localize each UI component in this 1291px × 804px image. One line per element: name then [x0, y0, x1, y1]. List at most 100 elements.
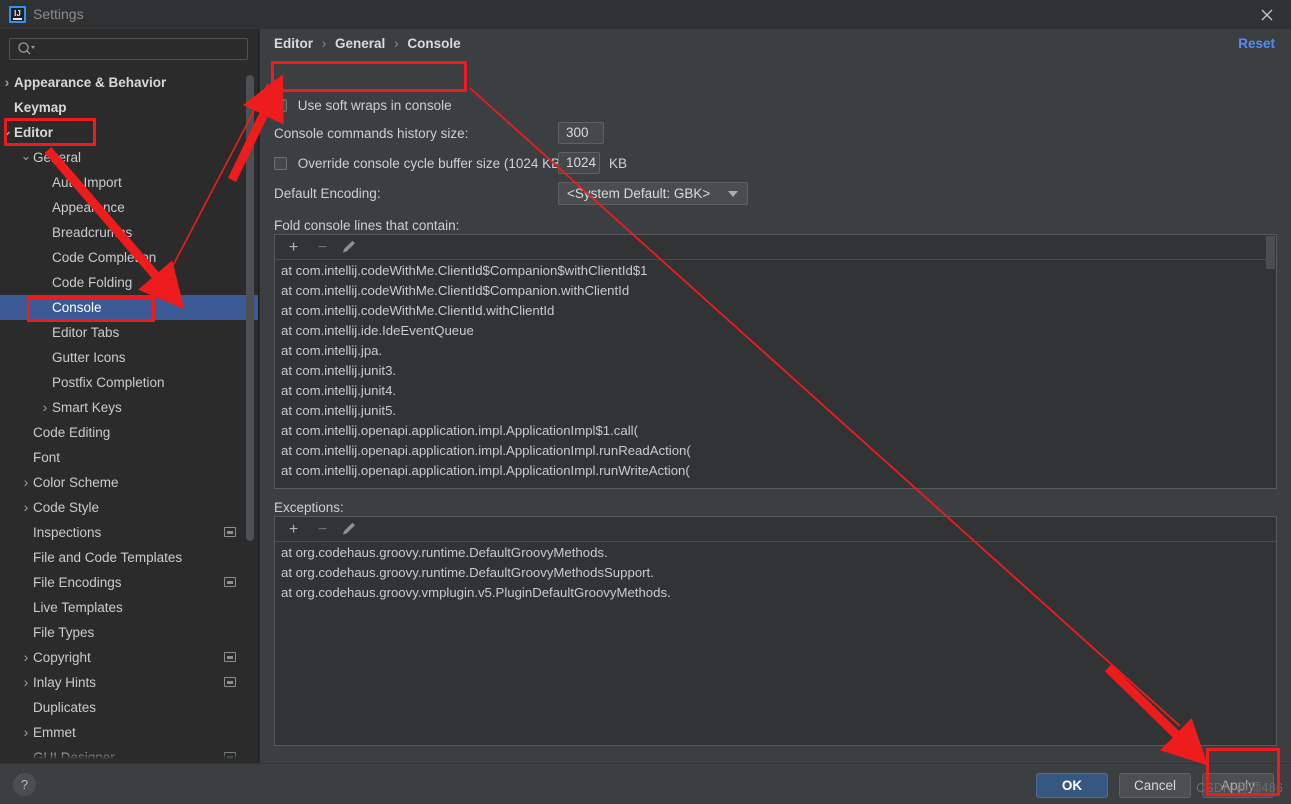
chevron-right-icon[interactable]: › — [20, 670, 32, 695]
sidebar-item-inspections[interactable]: Inspections — [0, 520, 258, 545]
sidebar-item-code-completion[interactable]: Code Completion — [0, 245, 258, 270]
sidebar-item-code-folding[interactable]: Code Folding — [0, 270, 258, 295]
sidebar-item-gutter-icons[interactable]: Gutter Icons — [0, 345, 258, 370]
sidebar-item-editor-tabs[interactable]: Editor Tabs — [0, 320, 258, 345]
help-button[interactable]: ? — [13, 773, 36, 796]
chevron-right-icon[interactable]: › — [20, 720, 32, 745]
sidebar-item-smart-keys[interactable]: › Smart Keys — [0, 395, 258, 420]
sidebar-item-general[interactable]: ⌄ General — [0, 145, 258, 170]
list-item[interactable]: at com.intellij.openapi.application.impl… — [275, 461, 1276, 481]
list-item[interactable]: at com.intellij.junit3. — [275, 361, 1276, 381]
search-field-wrapper[interactable] — [9, 38, 248, 60]
chevron-right-icon[interactable]: › — [39, 395, 51, 420]
sidebar-item-label: Appearance & Behavior — [14, 75, 167, 90]
sidebar-item-file-and-code-templates[interactable]: File and Code Templates — [0, 545, 258, 570]
console-settings-panel: Editor › General › Console Reset Use sof… — [260, 29, 1291, 763]
sidebar-item-appearance[interactable]: Appearance — [0, 195, 258, 220]
chevron-right-icon[interactable]: › — [20, 645, 32, 670]
breadcrumb-separator-2: › — [394, 36, 399, 51]
sidebar-item-label: Code Editing — [33, 425, 111, 440]
sidebar-item-label: Breadcrumbs — [52, 225, 133, 240]
list-item[interactable]: at com.intellij.ide.IdeEventQueue — [275, 321, 1276, 341]
list-item[interactable]: at org.codehaus.groovy.runtime.DefaultGr… — [275, 543, 1276, 563]
sidebar-item-code-style[interactable]: › Code Style — [0, 495, 258, 520]
list-item[interactable]: at com.intellij.junit4. — [275, 381, 1276, 401]
override-buffer-checkbox[interactable] — [274, 157, 287, 170]
sidebar-item-postfix-completion[interactable]: Postfix Completion — [0, 370, 258, 395]
override-buffer-row[interactable]: Override console cycle buffer size (1024… — [274, 156, 565, 171]
default-encoding-select[interactable]: <System Default: GBK> — [558, 182, 748, 205]
list-item[interactable]: at com.intellij.codeWithMe.ClientId$Comp… — [275, 281, 1276, 301]
fold-edit-pencil-icon[interactable] — [339, 238, 358, 257]
breadcrumb-general[interactable]: General — [335, 36, 385, 51]
sidebar-item-emmet[interactable]: › Emmet — [0, 720, 258, 745]
chevron-right-icon[interactable]: › — [20, 495, 32, 520]
buffer-size-input[interactable]: 1024 — [558, 152, 600, 174]
sidebar-scrollbar-thumb[interactable] — [246, 75, 254, 541]
breadcrumb: Editor › General › Console — [274, 36, 461, 51]
sidebar-item-color-scheme[interactable]: › Color Scheme — [0, 470, 258, 495]
list-item[interactable]: at org.codehaus.groovy.vmplugin.v5.Plugi… — [275, 583, 1276, 603]
sidebar-item-label: Code Completion — [52, 250, 157, 265]
ok-button[interactable]: OK — [1036, 773, 1108, 798]
sidebar-item-copyright[interactable]: › Copyright — [0, 645, 258, 670]
watermark-text: CSDN @师486 — [1196, 781, 1283, 795]
sidebar-item-label: General — [33, 150, 82, 165]
exceptions-add-button[interactable]: + — [284, 520, 303, 539]
settings-tree[interactable]: › Appearance & Behavior Keymap ⌄ Editor ⌄ Gene… — [0, 70, 258, 763]
exceptions-remove-button[interactable]: − — [313, 520, 332, 539]
settings-dialog: IJ Settings › Appearance & Behavior Keymap… — [0, 0, 1291, 804]
fold-add-button[interactable]: + — [284, 238, 303, 257]
list-item[interactable]: at com.intellij.jpa. — [275, 341, 1276, 361]
sidebar-item-file-types[interactable]: File Types — [0, 620, 258, 645]
sidebar-item-appearance-behavior[interactable]: › Appearance & Behavior — [0, 70, 258, 95]
sidebar-item-keymap[interactable]: Keymap — [0, 95, 258, 120]
list-item[interactable]: at org.codehaus.groovy.runtime.DefaultGr… — [275, 563, 1276, 583]
sidebar-item-live-templates[interactable]: Live Templates — [0, 595, 258, 620]
fold-lines-listbox: + − at com.intellij.codeWithMe.ClientId$… — [274, 234, 1277, 489]
sidebar-item-label: Inspections — [33, 525, 102, 540]
sidebar-item-code-editing[interactable]: Code Editing — [0, 420, 258, 445]
project-scope-icon — [224, 677, 236, 687]
reset-link[interactable]: Reset — [1238, 36, 1275, 51]
list-item[interactable]: at com.intellij.openapi.application.impl… — [275, 441, 1276, 461]
exceptions-toolbar: + − — [275, 517, 1276, 542]
list-item[interactable]: at com.intellij.codeWithMe.ClientId$Comp… — [275, 261, 1276, 281]
sidebar-item-font[interactable]: Font — [0, 445, 258, 470]
sidebar-item-console[interactable]: Console — [0, 295, 258, 320]
fold-lines-items[interactable]: at com.intellij.codeWithMe.ClientId$Comp… — [275, 261, 1276, 488]
sidebar-item-label: File and Code Templates — [33, 550, 183, 565]
exceptions-items[interactable]: at org.codehaus.groovy.runtime.DefaultGr… — [275, 543, 1276, 745]
default-encoding-label: Default Encoding: — [274, 186, 381, 201]
sidebar-item-label: Editor — [14, 125, 53, 140]
use-soft-wraps-row[interactable]: Use soft wraps in console — [274, 97, 452, 113]
use-soft-wraps-label: Use soft wraps in console — [297, 98, 452, 113]
exceptions-listbox: + − at org.codehaus.groovy.runtime.Defau… — [274, 516, 1277, 746]
sidebar-item-auto-import[interactable]: Auto Import — [0, 170, 258, 195]
exceptions-edit-pencil-icon[interactable] — [339, 520, 358, 539]
chevron-down-icon[interactable]: ⌄ — [20, 143, 32, 168]
sidebar-item-file-encodings[interactable]: File Encodings — [0, 570, 258, 595]
sidebar-item-inlay-hints[interactable]: › Inlay Hints — [0, 670, 258, 695]
fold-lines-scrollbar-thumb[interactable] — [1266, 236, 1275, 269]
list-item[interactable]: at com.intellij.junit5. — [275, 401, 1276, 421]
fold-remove-button[interactable]: − — [313, 238, 332, 257]
breadcrumb-editor[interactable]: Editor — [274, 36, 313, 51]
sidebar-item-label: Live Templates — [33, 600, 123, 615]
sidebar-item-label: Color Scheme — [33, 475, 119, 490]
sidebar-item-editor[interactable]: ⌄ Editor — [0, 120, 258, 145]
chevron-right-icon[interactable]: › — [1, 70, 13, 95]
chevron-right-icon[interactable]: › — [20, 470, 32, 495]
sidebar-item-breadcrumbs[interactable]: Breadcrumbs — [0, 220, 258, 245]
sidebar-item-label: Duplicates — [33, 700, 97, 715]
history-size-input[interactable]: 300 — [558, 122, 604, 144]
sidebar-item-duplicates[interactable]: Duplicates — [0, 695, 258, 720]
search-input[interactable] — [9, 38, 248, 60]
list-item[interactable]: at com.intellij.openapi.application.impl… — [275, 421, 1276, 441]
sidebar-item-label: Code Style — [33, 500, 100, 515]
list-item[interactable]: at com.intellij.codeWithMe.ClientId.with… — [275, 301, 1276, 321]
close-icon[interactable] — [1255, 4, 1279, 26]
cancel-button[interactable]: Cancel — [1119, 773, 1191, 798]
use-soft-wraps-checkbox[interactable] — [274, 97, 287, 112]
chevron-down-icon[interactable]: ⌄ — [1, 118, 13, 143]
